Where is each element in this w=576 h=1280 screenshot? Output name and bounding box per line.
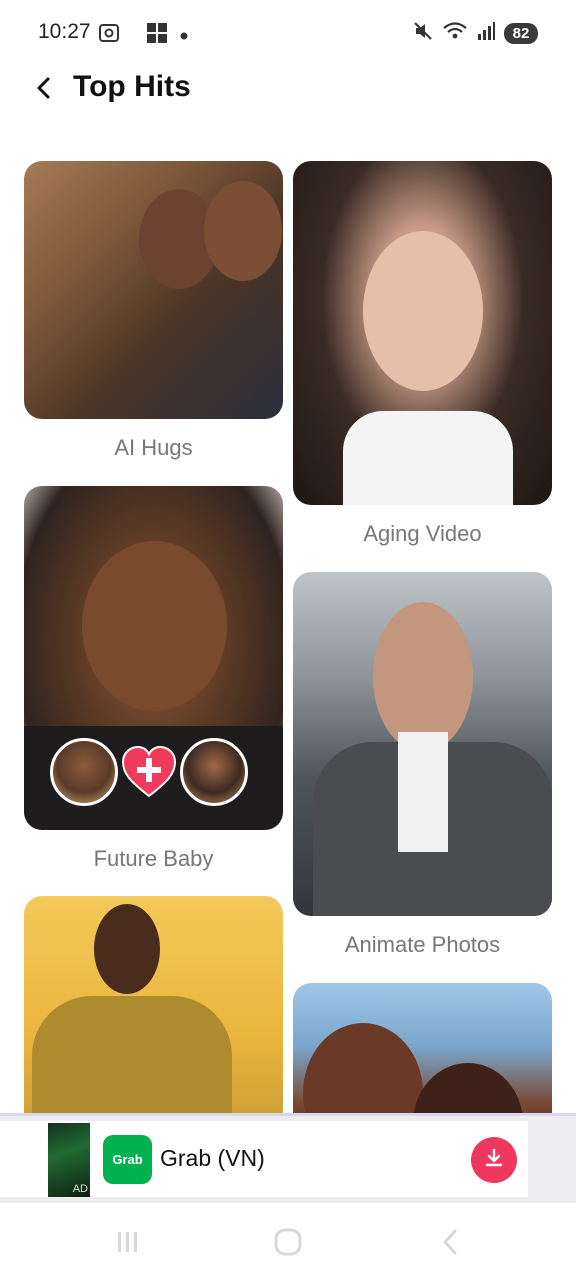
download-button[interactable] [471,1137,517,1183]
card-label-ai-hugs: AI Hugs [114,435,193,460]
ad-title[interactable]: Grab (VN) [160,1145,265,1172]
app-grid-icon [146,22,168,49]
animate-photo [373,602,473,752]
back-arrow-icon [34,76,54,105]
screenshot-icon [98,22,120,49]
signal-icon [476,21,496,46]
back-icon [440,1228,460,1261]
status-time: 10:27 [38,20,91,43]
heart-plus-icon [121,744,177,800]
parent-avatar-left [50,738,118,806]
card-aging-video[interactable] [293,161,552,505]
card-ai-hugs[interactable] [24,161,283,419]
grab-logo[interactable]: Grab [103,1135,152,1184]
card-future-baby[interactable] [24,486,283,830]
back-button[interactable] [26,72,62,108]
card-label-animate-photos: Animate Photos [344,932,501,957]
mute-icon [412,20,434,47]
card-animate-photos[interactable] [293,572,552,916]
header: Top Hits [0,64,576,120]
home-icon [274,1228,302,1261]
recents-icon [115,1230,141,1259]
aging-photo [363,231,483,391]
ad-thumbnail[interactable]: AD [48,1123,90,1197]
baby-photo [82,541,227,711]
home-button[interactable] [268,1228,308,1261]
download-icon [483,1147,505,1174]
card-label-aging-video: Aging Video [363,521,482,546]
battery-indicator: 82 [504,23,538,44]
status-bar: 10:27 82 [0,0,576,64]
page-title: Top Hits [73,70,191,103]
nav-back-button[interactable] [430,1229,470,1259]
ad-banner: AD Grab Grab (VN) [0,1113,576,1203]
wifi-icon [442,20,468,47]
system-nav-bar [0,1203,576,1280]
ad-label: AD [72,1183,88,1195]
dot-icon [180,27,188,45]
card-yellow-portrait[interactable] [24,896,283,1136]
parent-avatar-right [180,738,248,806]
card-label-future-baby: Future Baby [93,846,214,871]
recents-button[interactable] [108,1229,148,1259]
